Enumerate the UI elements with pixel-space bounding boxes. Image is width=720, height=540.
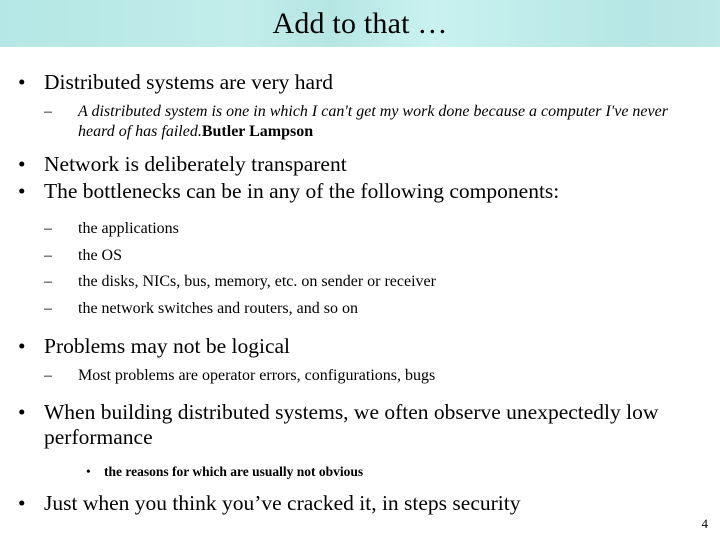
bullet-bottlenecks: • The bottlenecks can be in any of the f… [0, 179, 720, 204]
bullet-marker-level1: • [18, 152, 26, 176]
sub-bullet-network-switches: – the network switches and routers, and … [0, 299, 720, 319]
sub-bullet-os: – the OS [0, 246, 720, 266]
bullet-text: Just when you think you’ve cracked it, i… [44, 490, 521, 515]
bullet-text: the disks, NICs, bus, memory, etc. on se… [78, 273, 436, 290]
slide-body: • Distributed systems are very hard – A … [0, 47, 720, 540]
bullet-text: Network is deliberately transparent [44, 152, 347, 176]
bullet-network-transparent: • Network is deliberately transparent [0, 152, 720, 177]
bullet-marker-level3: • [86, 463, 91, 479]
bullet-text: The bottlenecks can be in any of the fol… [44, 179, 560, 203]
bullet-text: Most problems are operator errors, confi… [78, 367, 436, 384]
bullet-marker-level2: – [44, 220, 52, 237]
quote-text: A distributed system is one in which I c… [78, 103, 668, 140]
quote-attribution: Butler Lampson [201, 122, 314, 140]
bullet-marker-level2: – [44, 367, 52, 384]
bullet-marker-level1: • [18, 179, 26, 203]
sub-sub-bullet-reasons-not-obvious: • the reasons for which are usually not … [0, 463, 720, 480]
sub-bullet-applications: – the applications [0, 219, 720, 239]
slide-title-banner: Add to that … [0, 0, 720, 47]
page-title: Add to that … [272, 6, 448, 40]
sub-bullet-disks-nics: – the disks, NICs, bus, memory, etc. on … [0, 272, 720, 292]
bullet-building-distributed-systems: • When building distributed systems, we … [0, 400, 720, 450]
bullet-text: the reasons for which are usually not ob… [104, 463, 364, 479]
bullet-text: Problems may not be logical [44, 334, 291, 358]
bullet-marker-level1: • [18, 70, 26, 94]
bullet-distributed-systems-hard: • Distributed systems are very hard [0, 70, 720, 95]
bullet-text: the network switches and routers, and so… [78, 299, 358, 317]
bullet-marker-level2: – [44, 299, 52, 317]
bullet-marker-level2: – [44, 246, 52, 264]
bullet-marker-level2: – [44, 273, 52, 290]
bullet-text: the OS [78, 246, 122, 264]
bullet-marker-level1: • [18, 399, 26, 424]
bullet-marker-level2: – [44, 103, 52, 120]
bullet-problems-not-logical: • Problems may not be logical [0, 334, 720, 359]
slide-canvas: Add to that … • Distributed systems are … [0, 0, 720, 540]
bullet-marker-level1: • [18, 334, 26, 358]
page-number: 4 [701, 516, 709, 531]
bullet-text: Distributed systems are very hard [44, 70, 333, 94]
bullet-security: • Just when you think you’ve cracked it,… [0, 491, 720, 516]
bullet-marker-level1: • [18, 490, 26, 515]
bullet-text: When building distributed systems, we of… [44, 399, 659, 449]
sub-bullet-lampson-quote: – A distributed system is one in which I… [0, 102, 720, 141]
sub-bullet-most-problems: – Most problems are operator errors, con… [0, 366, 720, 386]
bullet-text: the applications [78, 220, 179, 237]
